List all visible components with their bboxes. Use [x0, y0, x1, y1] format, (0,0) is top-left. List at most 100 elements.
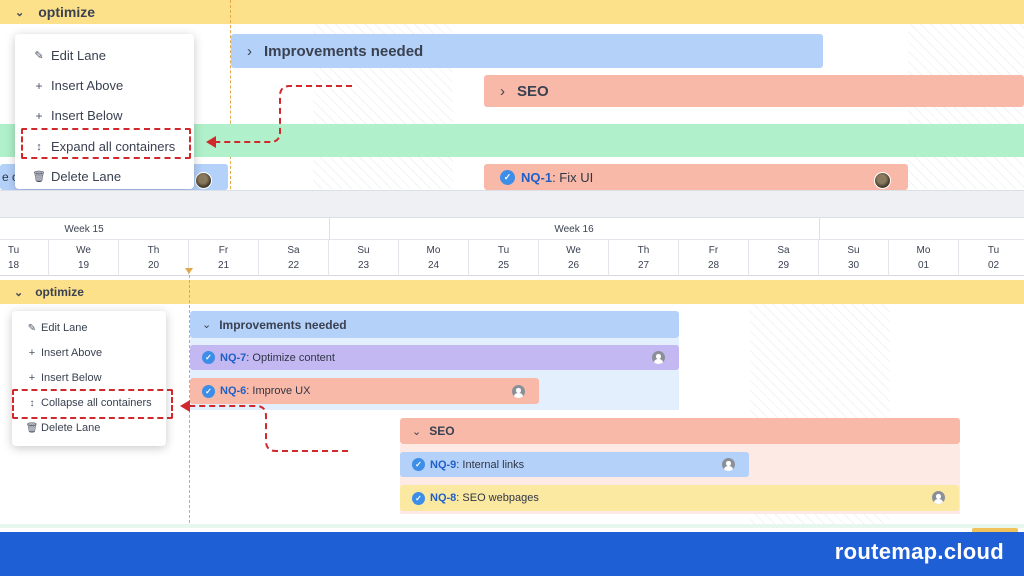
top-lane-title: optimize: [38, 4, 95, 20]
day-date: 29: [777, 260, 790, 271]
task-bar[interactable]: ✓ NQ-7 : Optimize content: [190, 345, 679, 370]
day-header-cell: Sa 22: [258, 240, 328, 276]
menu-item-edit-lane[interactable]: ✎ Edit Lane: [12, 322, 88, 334]
task-title: : Fix UI: [552, 169, 594, 185]
trash-icon: 🗑: [25, 422, 39, 434]
group-label: SEO: [429, 424, 455, 438]
assignee-avatar[interactable]: [874, 172, 891, 189]
brand-name: routemap.cloud: [834, 539, 1004, 564]
day-name: We: [566, 245, 581, 256]
top-lane-header[interactable]: ⌄ optimize: [0, 0, 1024, 24]
day-date: 23: [357, 260, 370, 271]
menu-item-insert-above[interactable]: + Insert Above: [15, 78, 123, 93]
plus-icon: +: [35, 108, 43, 123]
day-header-cell: Tu 18: [0, 240, 48, 276]
annotation-arrow: [180, 400, 348, 452]
user-icon[interactable]: [652, 351, 665, 364]
task-key[interactable]: NQ-8: [430, 492, 456, 504]
day-name: Tu: [987, 245, 1000, 256]
lane-bottom-edge: [0, 524, 1024, 528]
user-icon[interactable]: [932, 491, 945, 504]
menu-item-insert-above[interactable]: + Insert Above: [12, 347, 102, 359]
pencil-icon: ✎: [34, 50, 44, 62]
day-date: 20: [147, 260, 160, 271]
day-header-cell: Th 27: [608, 240, 678, 276]
menu-item-delete-lane[interactable]: 🗑 Delete Lane: [15, 169, 121, 184]
task-key[interactable]: NQ-9: [430, 459, 456, 471]
menu-item-label: Insert Below: [51, 108, 123, 123]
chevron-down-icon[interactable]: ⌄: [412, 425, 421, 438]
day-name: Su: [357, 245, 370, 256]
group-seo[interactable]: ⌄ SEO: [400, 418, 960, 444]
menu-item-label: Edit Lane: [51, 48, 106, 63]
plus-icon: +: [28, 372, 36, 384]
day-header-cell: We 26: [538, 240, 608, 276]
day-date: 18: [7, 260, 20, 271]
day-date: 02: [987, 260, 1000, 271]
highlight-box: [21, 128, 191, 159]
group-label: SEO: [517, 82, 549, 100]
menu-item-label: Insert Above: [51, 78, 124, 93]
day-name: Mo: [916, 245, 931, 256]
task-title: : Internal links: [456, 458, 525, 471]
day-header-cell: Th 20: [118, 240, 188, 276]
week-label: Week 15: [64, 224, 104, 235]
footer-banner: routemap.cloud: [0, 532, 1024, 576]
bottom-lane-header[interactable]: ⌄ optimize: [0, 280, 1024, 304]
checkbox-checked-icon[interactable]: ✓: [202, 351, 215, 364]
day-date: 19: [77, 260, 90, 271]
chevron-down-icon[interactable]: ⌄: [202, 318, 211, 331]
bottom-lane-title: optimize: [35, 285, 84, 299]
day-header-cell: Tu 02: [958, 240, 1024, 276]
chevron-right-icon[interactable]: ›: [500, 83, 505, 100]
assignee-avatar[interactable]: [195, 172, 212, 189]
chevron-down-icon[interactable]: ⌄: [15, 6, 24, 19]
day-date: 30: [847, 260, 860, 271]
task-bar[interactable]: ✓ NQ-8 : SEO webpages: [400, 485, 959, 511]
menu-item-insert-below[interactable]: + Insert Below: [15, 108, 123, 123]
plus-icon: +: [35, 78, 43, 93]
plus-icon: +: [28, 347, 36, 359]
day-date: 01: [917, 260, 930, 271]
day-date: 24: [427, 260, 440, 271]
annotation-arrow: [206, 85, 352, 148]
day-name: We: [76, 245, 91, 256]
lane-context-menu: ✎ Edit Lane + Insert Above + Insert Belo…: [12, 311, 166, 446]
task-key[interactable]: NQ-1: [521, 170, 552, 185]
day-header-cell: Fr 21: [188, 240, 258, 276]
checkbox-checked-icon[interactable]: ✓: [500, 169, 515, 185]
task-bar[interactable]: ✓ NQ-9 : Internal links: [400, 452, 749, 477]
checkbox-checked-icon[interactable]: ✓: [412, 458, 425, 471]
day-header-cell: Mo 24: [398, 240, 468, 276]
lane-context-menu: ✎ Edit Lane + Insert Above + Insert Belo…: [15, 34, 194, 189]
menu-item-label: Insert Above: [41, 347, 103, 359]
menu-item-label: Delete Lane: [41, 422, 101, 434]
day-header-cell: Su 30: [818, 240, 888, 276]
task-key[interactable]: NQ-7: [220, 352, 246, 364]
day-name: Sa: [287, 245, 300, 256]
task-bar[interactable]: ✓ NQ-1 : Fix UI: [484, 164, 908, 190]
menu-item-edit-lane[interactable]: ✎ Edit Lane: [15, 48, 106, 63]
chevron-down-icon[interactable]: ⌄: [14, 286, 23, 299]
user-icon[interactable]: [722, 458, 735, 471]
menu-item-delete-lane[interactable]: 🗑 Delete Lane: [12, 422, 101, 434]
week-label: Week 16: [554, 224, 594, 235]
menu-item-insert-below[interactable]: + Insert Below: [12, 372, 102, 384]
checkbox-checked-icon[interactable]: ✓: [412, 491, 425, 505]
chevron-right-icon[interactable]: ›: [247, 43, 252, 60]
day-header-cell: Fr 28: [678, 240, 748, 276]
group-label: Improvements needed: [264, 42, 424, 60]
day-header-cell: Sa 29: [748, 240, 818, 276]
day-name: Fr: [218, 245, 229, 256]
timeline-gap: [0, 190, 1024, 217]
day-name: Fr: [708, 245, 719, 256]
group-seo[interactable]: › SEO: [484, 75, 1024, 107]
group-label: Improvements needed: [219, 317, 347, 332]
group-improvements-needed[interactable]: › Improvements needed: [231, 34, 823, 68]
day-name: Mo: [426, 245, 441, 256]
user-icon[interactable]: [512, 385, 525, 398]
trash-icon: 🗑: [32, 171, 46, 183]
menu-item-label: Delete Lane: [51, 169, 122, 184]
group-improvements-needed[interactable]: ⌄ Improvements needed: [190, 311, 679, 338]
day-date: 28: [707, 260, 720, 271]
